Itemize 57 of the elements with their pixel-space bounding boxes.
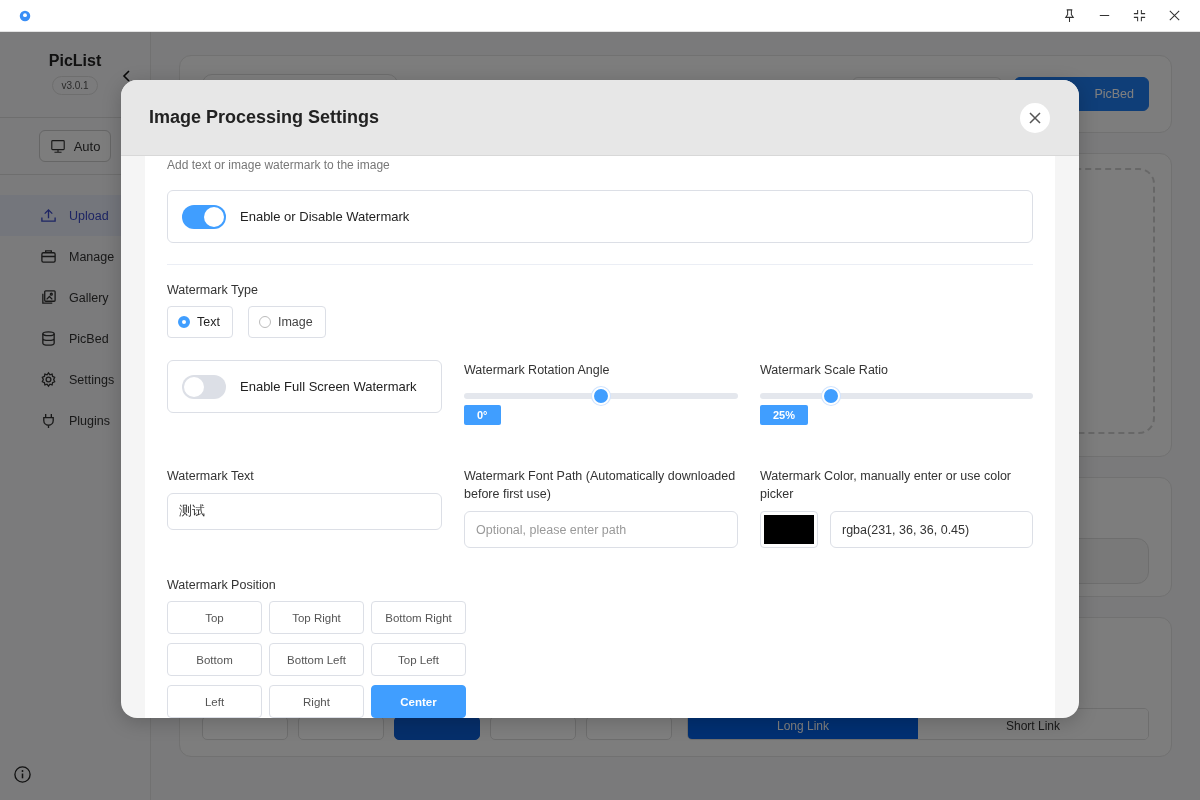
font-path-field[interactable]: Optional, please enter path <box>464 511 738 548</box>
field-label: Watermark Position <box>167 577 277 594</box>
dialog-title: Image Processing Settings <box>149 107 380 128</box>
restore-icon[interactable] <box>1132 8 1147 23</box>
position-button[interactable]: Top Left <box>371 643 466 676</box>
toggle-label: Enable or Disable Watermark <box>240 209 410 224</box>
position-button[interactable]: Bottom Left <box>269 643 364 676</box>
format-button[interactable] <box>394 716 480 740</box>
position-button[interactable]: Top <box>167 601 262 634</box>
menu-item[interactable]: Plugins <box>0 400 150 441</box>
pin-icon[interactable] <box>1062 8 1077 23</box>
briefcase-icon <box>40 248 57 265</box>
slider-value: 0° <box>464 405 501 425</box>
toggle-label: Enable Full Screen Watermark <box>240 379 417 394</box>
menu-item[interactable]: Settings <box>0 359 150 400</box>
description: Add text or image watermark to the image <box>167 158 391 172</box>
slider-thumb[interactable] <box>592 387 610 405</box>
theme-button[interactable]: Auto <box>38 130 112 162</box>
radio-icon[interactable] <box>178 316 190 328</box>
watermark-text-field[interactable]: 测试 <box>167 493 442 530</box>
info-icon[interactable] <box>13 765 32 784</box>
close-icon[interactable] <box>1167 8 1182 23</box>
radio-option[interactable]: Image <box>247 306 326 338</box>
database-icon <box>40 330 57 347</box>
menu-item[interactable]: PicBed <box>0 318 150 359</box>
field-label: Watermark Rotation Angle <box>464 362 611 379</box>
toggle-switch[interactable] <box>182 374 226 399</box>
gallery-icon <box>40 289 57 306</box>
color-field[interactable]: rgba(231, 36, 36, 0.45) <box>830 511 1033 548</box>
close-icon <box>1027 110 1043 126</box>
field-label: Watermark Text <box>167 468 255 485</box>
slider-value: 25% <box>760 405 809 425</box>
menu-item[interactable]: Gallery <box>0 277 150 318</box>
settings-icon <box>40 371 57 388</box>
upload-icon <box>40 207 57 224</box>
menu-item[interactable]: Manage <box>0 236 150 277</box>
position-button[interactable]: Top Right <box>269 601 364 634</box>
position-button[interactable]: Bottom <box>167 643 262 676</box>
field-label: Watermark Font Path (Automatically downloaded before first use) <box>464 468 737 503</box>
field-label: Watermark Color, manually enter or use color picker <box>760 468 1013 503</box>
radio-label: Text <box>197 315 220 329</box>
app-logo-icon <box>18 8 32 23</box>
position-button[interactable]: Right <box>269 685 364 718</box>
collapse-icon[interactable] <box>122 69 132 83</box>
radio-option[interactable]: Text <box>167 306 233 338</box>
position-button[interactable]: Left <box>167 685 262 718</box>
field-label: Watermark Scale Ratio <box>760 362 890 379</box>
app-name: PicList <box>48 52 102 70</box>
color-picker[interactable] <box>760 511 818 548</box>
position-button[interactable]: Bottom Right <box>371 601 466 634</box>
color-swatch <box>764 515 814 544</box>
plug-icon <box>40 412 57 429</box>
toggle-switch[interactable] <box>182 204 226 229</box>
radio-label: Image <box>277 315 313 329</box>
slider-thumb[interactable] <box>821 387 840 405</box>
monitor-icon <box>49 138 66 154</box>
field-label: Watermark Type <box>167 282 259 299</box>
